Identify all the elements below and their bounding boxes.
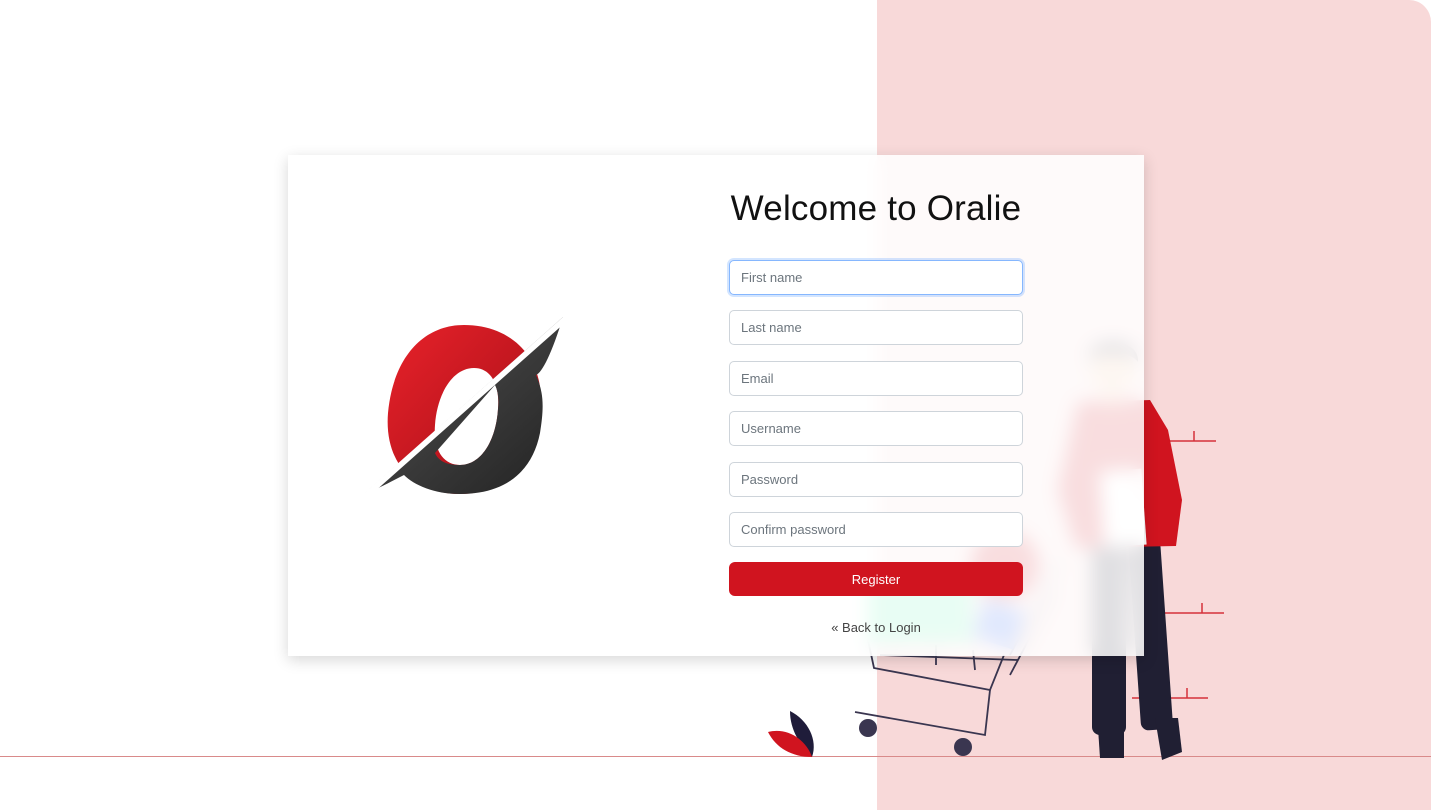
register-button[interactable]: Register bbox=[729, 562, 1023, 596]
register-form: Welcome to Oralie Register « Back to Log… bbox=[729, 155, 1023, 635]
back-to-login-link[interactable]: « Back to Login bbox=[729, 620, 1023, 635]
confirm-password-field[interactable] bbox=[729, 512, 1023, 547]
password-field[interactable] bbox=[729, 462, 1023, 497]
oralie-logo-icon bbox=[364, 317, 567, 498]
first-name-field[interactable] bbox=[729, 260, 1023, 295]
email-field[interactable] bbox=[729, 361, 1023, 396]
plant-icon bbox=[768, 711, 814, 757]
username-field[interactable] bbox=[729, 411, 1023, 446]
page-title: Welcome to Oralie bbox=[730, 189, 1022, 228]
register-card: Welcome to Oralie Register « Back to Log… bbox=[288, 155, 1144, 656]
last-name-field[interactable] bbox=[729, 310, 1023, 345]
cart-wheel-icon bbox=[859, 719, 877, 737]
cart-wheel-icon bbox=[954, 738, 972, 756]
